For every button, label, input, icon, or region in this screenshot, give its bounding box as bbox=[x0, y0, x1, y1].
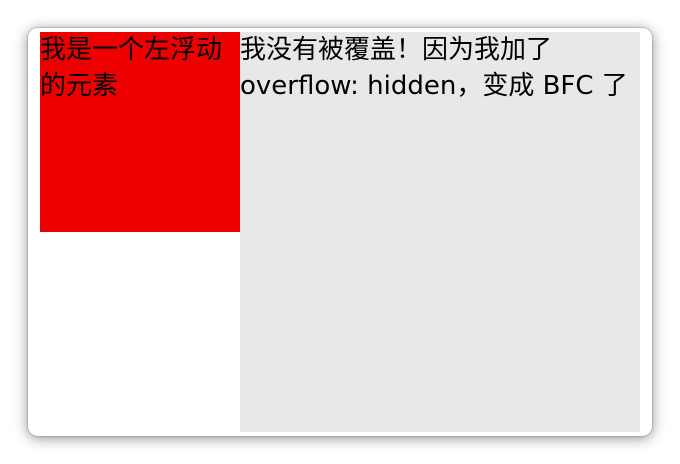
demo-canvas: 我是一个左浮动的元素 我没有被覆盖！因为我加了overflow: hidden，… bbox=[40, 32, 640, 432]
left-float-box: 我是一个左浮动的元素 bbox=[40, 32, 240, 232]
bfc-overflow-box: 我没有被覆盖！因为我加了overflow: hidden，变成 BFC 了 bbox=[240, 32, 640, 432]
browser-viewport: 我是一个左浮动的元素 我没有被覆盖！因为我加了overflow: hidden，… bbox=[28, 28, 652, 436]
